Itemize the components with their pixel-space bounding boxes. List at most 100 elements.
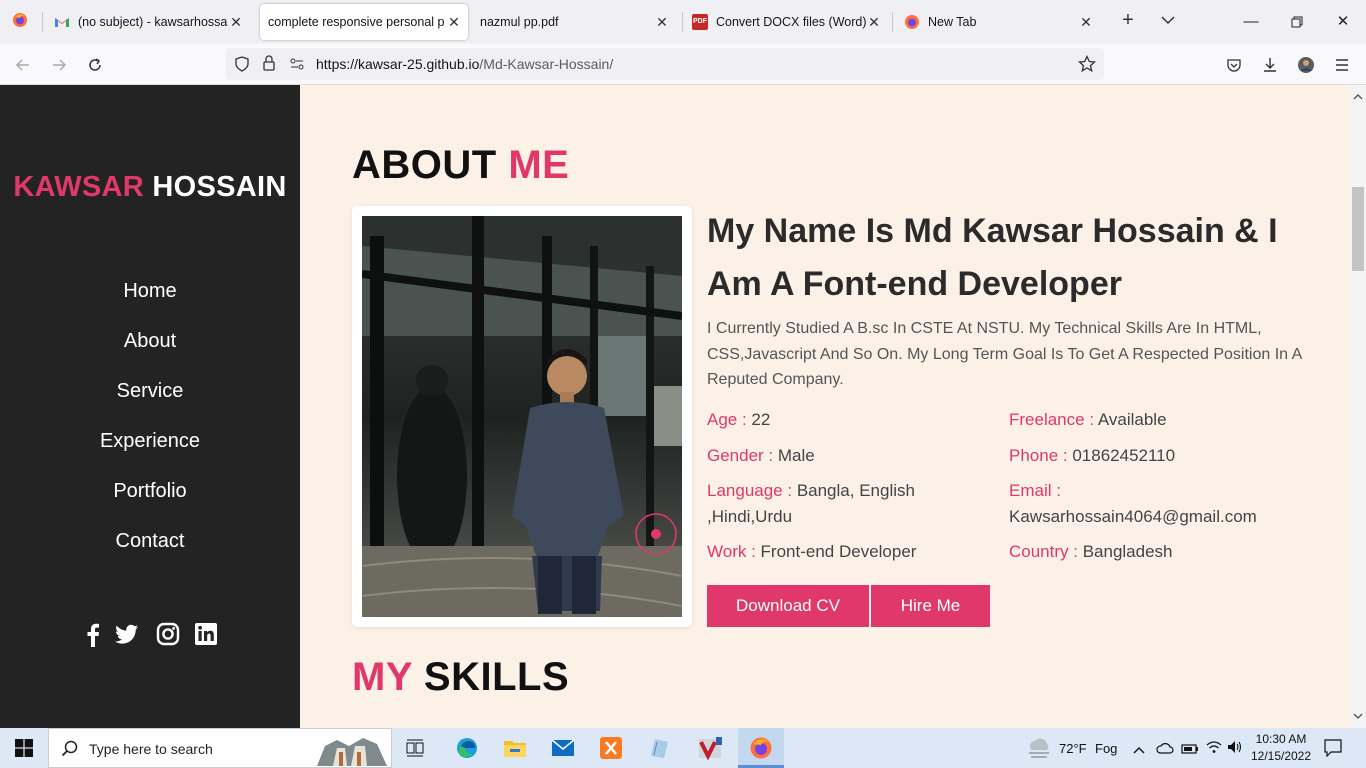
tab-convert[interactable]: PDF Convert DOCX files (Word) to ✕: [692, 0, 888, 44]
account-avatar[interactable]: [1293, 52, 1319, 78]
onedrive-cloud-icon[interactable]: [1156, 741, 1174, 759]
tab-pdf[interactable]: nazmul pp.pdf ✕: [480, 0, 676, 44]
info-value: 01862452110: [1072, 446, 1176, 465]
url-text[interactable]: https://kawsar-25.github.io/Md-Kawsar-Ho…: [316, 56, 613, 72]
firefox-taskbar-icon[interactable]: [738, 728, 784, 768]
menu-item-contact[interactable]: Contact: [0, 526, 300, 576]
tab-label: (no subject) - kawsarhossain4: [78, 15, 228, 29]
linkedin-icon[interactable]: [193, 621, 219, 647]
about-heading-1: ABOUT: [352, 143, 497, 187]
forward-arrow-icon[interactable]: [46, 52, 72, 78]
bookmark-star-icon[interactable]: [1077, 54, 1097, 78]
notepad-icon[interactable]: [636, 728, 682, 768]
weather-temp[interactable]: 72°F: [1059, 741, 1087, 756]
info-work: Work : Front-end Developer: [707, 539, 997, 565]
close-tab-icon[interactable]: ✕: [654, 14, 670, 30]
tab-portfolio[interactable]: complete responsive personal po ✕: [260, 4, 468, 40]
menu-item-experience[interactable]: Experience: [0, 426, 300, 476]
taskbar-search[interactable]: Type here to search: [48, 728, 392, 768]
web-page: KAWSAR HOSSAIN Home About Service Experi…: [0, 85, 1366, 728]
restore-icon[interactable]: [1274, 0, 1320, 44]
windows-start-icon[interactable]: [0, 728, 48, 768]
tab-label: nazmul pp.pdf: [480, 15, 559, 29]
about-section: ABOUT ME My Name Is Md Kawsar Hossain & …: [300, 85, 1350, 728]
new-tab-plus-icon[interactable]: +: [1114, 0, 1142, 40]
speaker-icon[interactable]: [1227, 740, 1243, 759]
info-key: Freelance: [1009, 410, 1085, 429]
shield-icon[interactable]: [234, 56, 250, 77]
about-intro: I Currently Studied A B.sc In CSTE At NS…: [707, 320, 1302, 388]
info-value: Bangladesh: [1082, 542, 1173, 561]
search-icon: [61, 740, 79, 763]
skills-heading-1: MY: [352, 655, 413, 699]
edge-icon[interactable]: [444, 728, 490, 768]
show-hidden-icons-chevron-icon[interactable]: [1133, 742, 1145, 760]
permissions-icon[interactable]: [290, 57, 304, 76]
close-tab-icon[interactable]: ✕: [866, 14, 882, 30]
menu-item-service[interactable]: Service: [0, 376, 300, 426]
close-tab-icon[interactable]: ✕: [446, 14, 462, 30]
menu-item-home[interactable]: Home: [0, 276, 300, 326]
weather-text[interactable]: Fog: [1095, 741, 1117, 756]
firefox-menu-icon[interactable]: [6, 0, 34, 40]
list-tabs-chevron-icon[interactable]: [1154, 0, 1182, 40]
facebook-icon[interactable]: [80, 621, 106, 647]
info-gender: Gender : Male: [707, 443, 997, 469]
close-window-icon[interactable]: ✕: [1320, 0, 1366, 44]
scroll-down-icon[interactable]: [1353, 707, 1363, 725]
lock-icon[interactable]: [262, 55, 276, 76]
download-cv-button[interactable]: Download CV: [707, 585, 869, 627]
firefox-icon: [904, 14, 920, 30]
xampp-icon[interactable]: [588, 728, 634, 768]
tab-gmail[interactable]: (no subject) - kawsarhossain4 ✕: [54, 0, 250, 44]
scroll-thumb[interactable]: [1352, 187, 1364, 271]
tab-newtab[interactable]: New Tab ✕: [904, 0, 1100, 44]
back-arrow-icon[interactable]: [10, 52, 36, 78]
twitter-icon[interactable]: [114, 621, 140, 647]
reload-icon[interactable]: [82, 52, 108, 78]
tab-label: complete responsive personal po: [268, 15, 444, 29]
pocket-icon[interactable]: [1221, 52, 1247, 78]
info-value: Front-end Developer: [760, 542, 917, 561]
url-host: https://kawsar-25.github.io: [316, 56, 480, 72]
minimize-icon[interactable]: —: [1228, 0, 1274, 44]
brand-first: KAWSAR: [13, 171, 145, 203]
info-country: Country : Bangladesh: [1009, 539, 1309, 565]
about-heading: ABOUT ME: [352, 143, 569, 188]
info-value[interactable]: Kawsarhossain4064@gmail.com: [1009, 507, 1257, 526]
menu-item-portfolio[interactable]: Portfolio: [0, 476, 300, 526]
clock-time: 10:30 AM: [1255, 732, 1307, 746]
task-view-icon[interactable]: [396, 728, 436, 768]
info-sep: :: [763, 446, 778, 465]
weather-fog-icon[interactable]: [1026, 736, 1052, 765]
downloads-icon[interactable]: [1257, 52, 1283, 78]
brand-logo[interactable]: KAWSAR HOSSAIN: [0, 171, 300, 204]
system-clock[interactable]: 10:30 AM 12/15/2022: [1246, 731, 1316, 765]
battery-icon[interactable]: [1181, 742, 1199, 760]
search-highlight-image: [315, 732, 389, 766]
hire-me-button[interactable]: Hire Me: [871, 585, 990, 627]
mail-icon[interactable]: [540, 728, 586, 768]
info-age: Age : 22: [707, 407, 997, 433]
hamburger-menu-icon[interactable]: [1329, 52, 1355, 78]
info-key: Work: [707, 542, 747, 561]
info-sep: :: [1058, 446, 1073, 465]
info-phone: Phone : 01862452110: [1009, 443, 1309, 469]
file-explorer-icon[interactable]: [492, 728, 538, 768]
info-key: Gender: [707, 446, 764, 465]
scroll-up-icon[interactable]: [1353, 88, 1363, 106]
winrar-icon[interactable]: [688, 728, 734, 768]
close-tab-icon[interactable]: ✕: [228, 14, 244, 30]
close-tab-icon[interactable]: ✕: [1078, 14, 1094, 30]
notification-center-icon[interactable]: [1324, 739, 1342, 762]
menu-item-about[interactable]: About: [0, 326, 300, 376]
info-sep: :: [1068, 542, 1083, 561]
page-scrollbar[interactable]: [1350, 85, 1366, 728]
skills-heading: MY SKILLS: [352, 655, 569, 700]
address-bar[interactable]: https://kawsar-25.github.io/Md-Kawsar-Ho…: [226, 48, 1104, 80]
clock-date: 12/15/2022: [1250, 749, 1312, 763]
instagram-icon[interactable]: [155, 621, 181, 647]
wifi-icon[interactable]: [1206, 740, 1222, 759]
info-language: Language : Bangla, English ,Hindi,Urdu: [707, 478, 937, 530]
windows-taskbar: Type here to search 72°F Fog 10:30 AM 12…: [0, 728, 1366, 768]
